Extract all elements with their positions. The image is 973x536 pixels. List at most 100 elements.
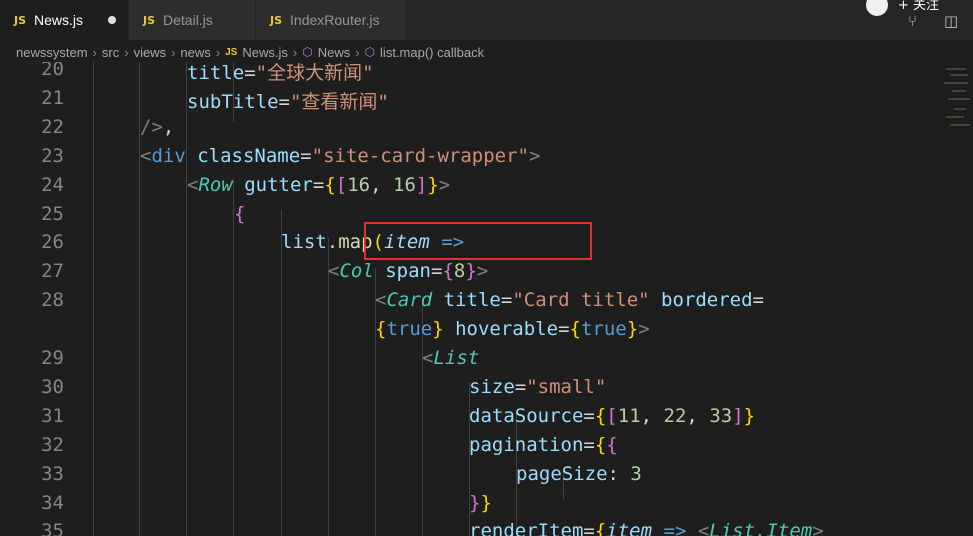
code-editor[interactable]: 20 title="全球大新闻" 21 subTitle="查看新闻" 22/>, 23 <… xyxy=(0,62,973,536)
code-line[interactable]: <Col span={8}> xyxy=(328,260,488,282)
line-number: 23 xyxy=(41,144,64,167)
line-number: 21 xyxy=(41,86,64,109)
code-token: span xyxy=(373,260,431,283)
code-token: title xyxy=(187,62,245,84)
breadcrumb-item[interactable]: views xyxy=(134,45,167,60)
code-token: 16 xyxy=(347,173,371,196)
code-line[interactable]: pageSize: 3 xyxy=(516,463,642,485)
code-token: < xyxy=(187,173,199,196)
line-number: 32 xyxy=(41,433,64,456)
code-token: item xyxy=(606,520,653,536)
code-token: { xyxy=(569,318,581,341)
chevron-right-icon: › xyxy=(292,44,298,60)
code-line[interactable]: pagination={{ xyxy=(469,434,618,456)
line-number: 22 xyxy=(41,115,64,138)
code-token: } xyxy=(469,491,481,514)
breadcrumb-symbol[interactable]: News xyxy=(318,45,351,60)
code-line[interactable]: <div className="site-card-wrapper"> xyxy=(140,145,540,167)
code-line[interactable]: <List xyxy=(422,347,479,369)
code-token: 33 xyxy=(709,404,733,427)
avatar[interactable] xyxy=(866,0,888,16)
chevron-right-icon: › xyxy=(171,44,176,60)
tab-indexrouter-js[interactable]: JS IndexRouter.js xyxy=(256,0,406,40)
code-token: ] xyxy=(415,173,428,196)
tab-bar: JS News.js JS Detail.js JS IndexRouter.j… xyxy=(0,0,973,40)
code-line[interactable]: }} xyxy=(469,492,492,514)
chevron-right-icon: › xyxy=(355,44,360,60)
tab-news-js[interactable]: JS News.js xyxy=(0,0,128,40)
code-token: { xyxy=(234,202,246,225)
minimap[interactable] xyxy=(940,62,973,162)
code-token: < xyxy=(375,289,387,312)
indent-guide xyxy=(281,210,282,536)
code-token: } xyxy=(743,404,756,427)
symbol-cube-icon: ⬡ xyxy=(302,45,313,59)
code-token: { xyxy=(324,173,336,196)
breadcrumb-file[interactable]: News.js xyxy=(242,45,288,60)
code-token: = xyxy=(558,318,570,341)
code-token: , xyxy=(370,173,393,196)
code-token: className xyxy=(185,144,301,167)
breadcrumb-symbol[interactable]: list.map() callback xyxy=(380,45,484,60)
code-line[interactable]: <Row gutter={[16, 16]}> xyxy=(187,174,450,196)
code-token: . xyxy=(326,231,339,254)
code-token: Card xyxy=(386,289,433,312)
code-token: < xyxy=(140,144,152,167)
code-token: subTitle xyxy=(187,90,279,113)
breadcrumb-item[interactable]: src xyxy=(102,45,119,60)
code-token: ] xyxy=(732,404,744,427)
code-line[interactable]: title="全球大新闻" xyxy=(187,62,374,85)
line-number: 27 xyxy=(41,260,64,283)
code-line[interactable]: {true} hoverable={true}> xyxy=(375,318,650,340)
code-token: List xyxy=(433,347,480,369)
source-control-compare-icon[interactable]: ⑂ xyxy=(908,12,917,30)
code-token: = xyxy=(583,520,595,536)
code-token: { xyxy=(375,318,387,341)
code-token: Row xyxy=(198,173,233,196)
code-token: } xyxy=(465,260,477,283)
code-token: renderItem xyxy=(469,520,584,536)
code-token: } xyxy=(626,318,639,341)
code-token: = xyxy=(312,173,325,196)
code-line[interactable]: { xyxy=(234,203,245,225)
code-token: , xyxy=(162,115,175,138)
code-token: { xyxy=(442,260,454,283)
code-token: > xyxy=(638,318,650,341)
line-number: 33 xyxy=(41,462,64,485)
code-line[interactable]: dataSource={[11, 22, 33]} xyxy=(469,405,755,427)
code-line[interactable]: />, xyxy=(140,116,174,138)
line-number: 31 xyxy=(41,404,64,427)
code-token: 22 xyxy=(663,404,687,427)
code-line[interactable]: renderItem={item => <List.Item> xyxy=(469,520,824,536)
code-line[interactable]: subTitle="查看新闻" xyxy=(187,87,389,114)
js-file-icon: JS xyxy=(225,46,238,58)
split-editor-icon[interactable]: ◫ xyxy=(944,12,958,30)
code-token: { xyxy=(594,433,607,456)
code-token: dataSource xyxy=(469,404,584,427)
code-token: "Card title" xyxy=(512,289,650,312)
breadcrumb-item[interactable]: newssystem xyxy=(16,45,88,60)
code-token: } xyxy=(480,491,492,514)
code-token: } xyxy=(432,318,444,341)
code-token: list xyxy=(281,231,327,254)
unsaved-dot-icon[interactable] xyxy=(108,16,116,24)
breadcrumb-item[interactable]: news xyxy=(180,45,210,60)
chevron-right-icon: › xyxy=(92,44,97,60)
code-token: 8 xyxy=(453,260,466,283)
code-token: { xyxy=(606,433,618,456)
code-line[interactable]: <Card title="Card title" bordered= xyxy=(375,289,764,311)
code-token: size xyxy=(469,375,515,398)
tab-detail-js[interactable]: JS Detail.js xyxy=(129,0,255,40)
breadcrumb: newssystem › src › views › news › JS New… xyxy=(0,40,973,64)
follow-button[interactable]: + 关注 xyxy=(898,0,939,13)
code-line[interactable]: size="small" xyxy=(469,376,606,398)
code-token: "全球大新闻" xyxy=(255,62,374,84)
code-token: "small" xyxy=(526,375,607,398)
code-token: pagination xyxy=(469,433,584,456)
code-token: < xyxy=(328,260,340,283)
code-token: < xyxy=(422,347,434,369)
code-token: = xyxy=(500,289,513,312)
code-token: : xyxy=(607,462,631,485)
code-token: > xyxy=(476,260,489,283)
indent-guide xyxy=(93,62,94,536)
